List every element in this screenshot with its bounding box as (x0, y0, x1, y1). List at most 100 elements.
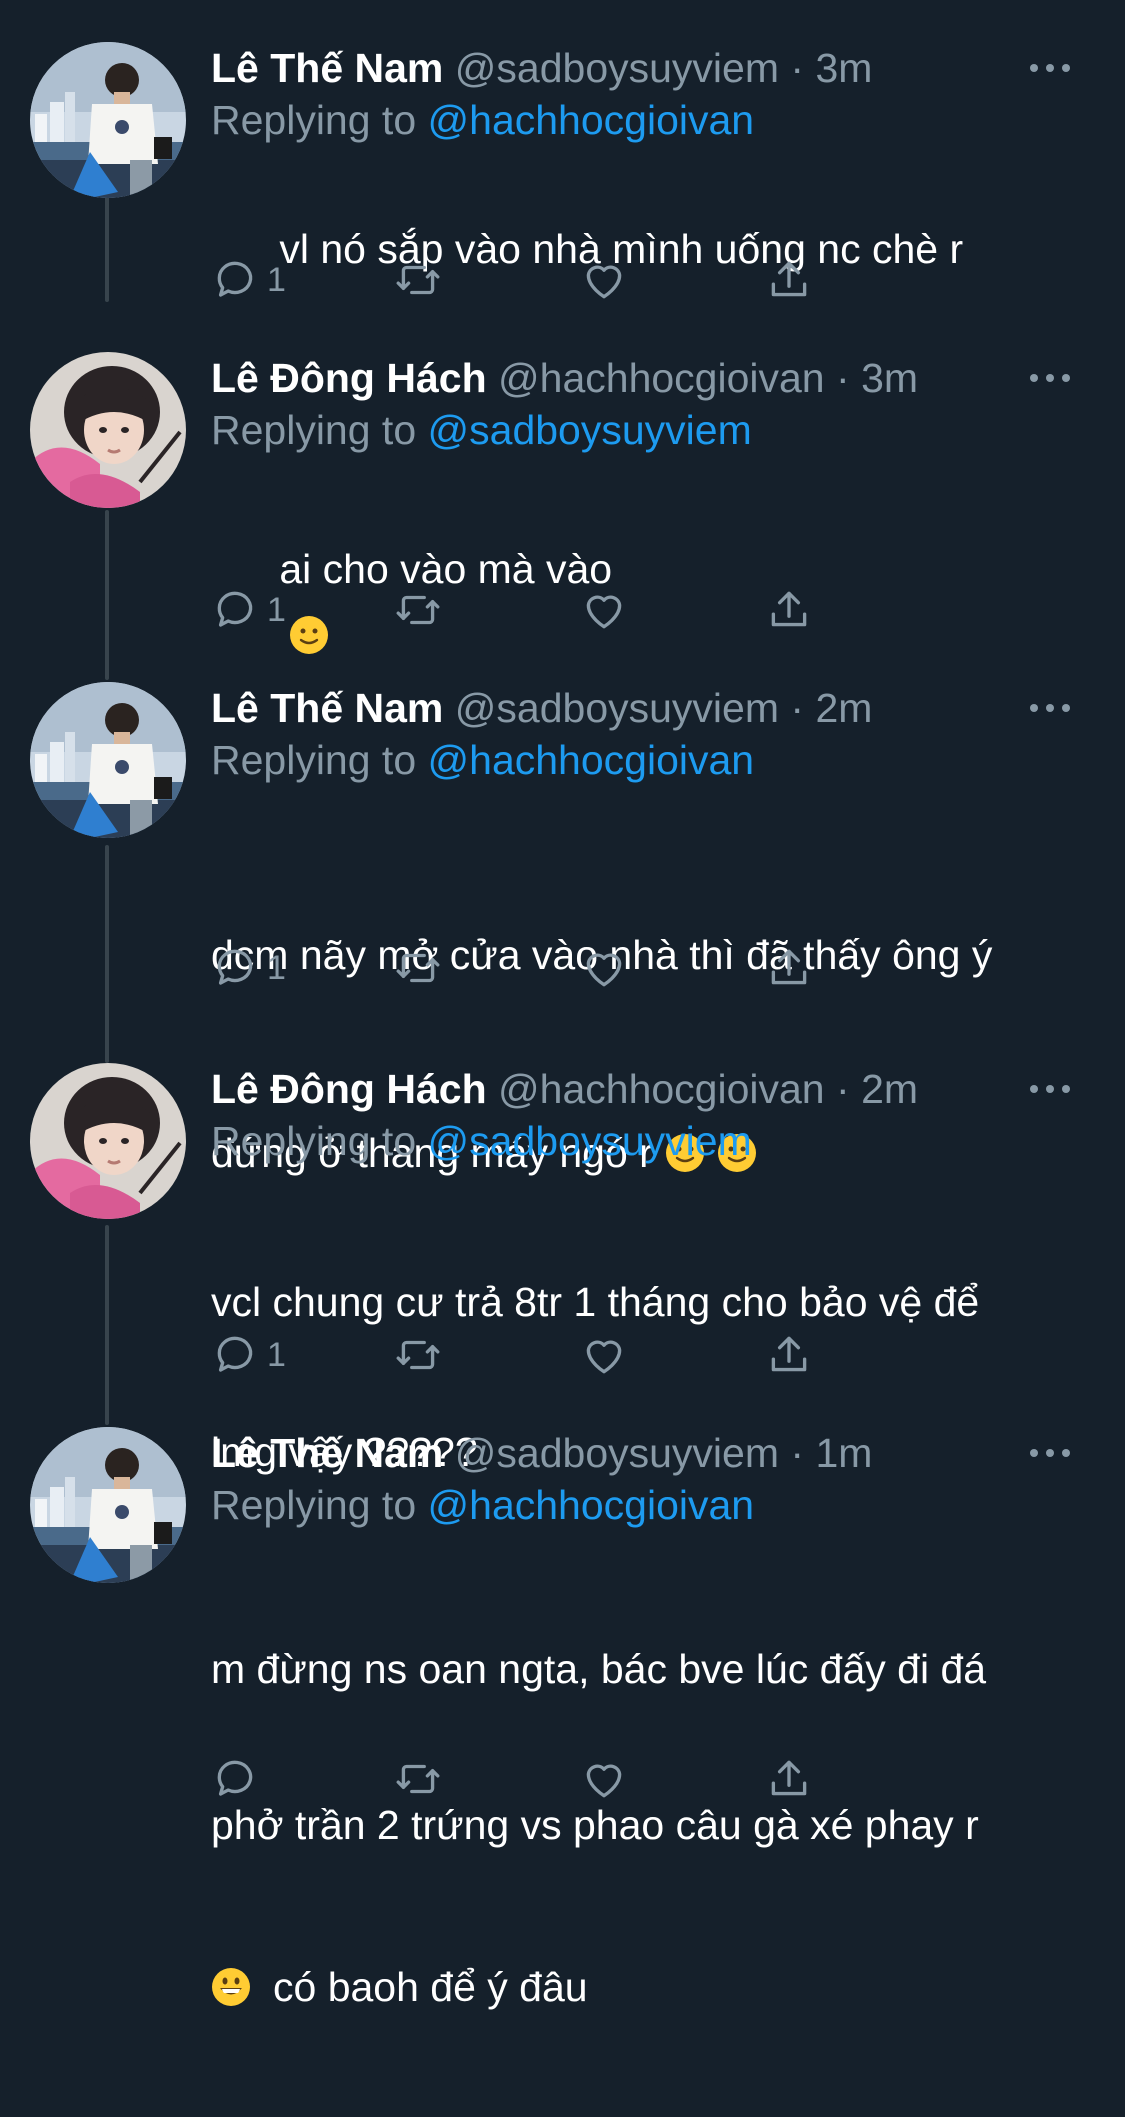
timestamp[interactable]: 2m (815, 685, 872, 731)
reply-icon (217, 1760, 253, 1796)
reply-button[interactable]: 1 (211, 252, 286, 308)
tweet-text: vl nó sắp vào nhà mình uống nc chè r (211, 150, 1070, 348)
heart-icon (586, 1340, 622, 1374)
user-handle[interactable]: @hachhocgioivan (498, 355, 825, 401)
display-name[interactable]: Lê Thế Nam (211, 45, 443, 91)
avatar-nam-image (30, 42, 186, 198)
mention-link[interactable]: @sadboysuyviem (428, 1118, 752, 1164)
separator-dot: · (790, 1430, 805, 1476)
timestamp[interactable]: 2m (861, 1066, 918, 1112)
reply-button[interactable] (211, 1751, 267, 1807)
more-dots-icon[interactable] (1030, 696, 1070, 720)
share-button[interactable] (764, 582, 814, 638)
tweet-text-line-with-emoji: có baoh để ý đâu (211, 1961, 1070, 2013)
like-button[interactable] (579, 940, 629, 996)
like-button[interactable] (579, 252, 629, 308)
avatar-hach-image (30, 1063, 186, 1219)
retweet-button[interactable] (393, 582, 443, 638)
more-dots-icon[interactable] (1030, 366, 1070, 390)
retweet-button[interactable] (393, 1751, 443, 1807)
reply-icon (217, 261, 253, 297)
reply-count: 1 (267, 1335, 286, 1374)
reply-button[interactable]: 1 (211, 1327, 286, 1383)
like-button[interactable] (579, 582, 629, 638)
tweet-actions: 1 (211, 1327, 911, 1383)
display-name[interactable]: Lê Thế Nam (211, 1430, 443, 1476)
share-button[interactable] (764, 1751, 814, 1807)
share-button[interactable] (764, 252, 814, 308)
like-button[interactable] (579, 1327, 629, 1383)
display-name[interactable]: Lê Đông Hách (211, 355, 487, 401)
share-icon (771, 261, 807, 297)
replying-to-label: Replying to (211, 407, 417, 453)
avatar[interactable] (30, 42, 186, 198)
avatar[interactable] (30, 1063, 186, 1219)
separator-dot: · (790, 685, 805, 731)
replying-to: Replying to @sadboysuyviem (211, 404, 1070, 456)
user-handle[interactable]: @sadboysuyviem (455, 1430, 779, 1476)
separator-dot: · (836, 355, 850, 401)
replying-to-label: Replying to (211, 97, 417, 143)
thread-line (105, 1225, 109, 1425)
reply-button[interactable]: 1 (211, 940, 286, 996)
reply-button[interactable]: 1 (211, 582, 286, 638)
replying-to-label: Replying to (211, 737, 417, 783)
tweet-actions: 1 (211, 582, 911, 638)
more-dots-icon[interactable] (1030, 1441, 1070, 1465)
tweet-header: Lê Thế Nam @sadboysuyviem · 2m (211, 682, 1070, 734)
user-handle[interactable]: @sadboysuyviem (455, 685, 779, 731)
retweet-button[interactable] (393, 1327, 443, 1383)
tweet-actions: 1 (211, 252, 911, 308)
replying-to: Replying to @hachhocgioivan (211, 1479, 1070, 1531)
tweet-actions: 1 (211, 940, 911, 996)
share-icon (771, 1336, 807, 1372)
more-dots-icon[interactable] (1030, 56, 1070, 80)
avatar-nam-image (30, 682, 186, 838)
retweet-icon (396, 265, 440, 295)
share-button[interactable] (764, 940, 814, 996)
share-button[interactable] (764, 1327, 814, 1383)
tweet-text-line: vcl chung cư trả 8tr 1 tháng cho bảo vệ … (211, 1279, 980, 1325)
heart-icon (586, 265, 622, 299)
avatar-hach-image (30, 352, 186, 508)
heart-icon (586, 953, 622, 987)
avatar-nam-image (30, 1427, 186, 1583)
retweet-button[interactable] (393, 940, 443, 996)
replying-to: Replying to @hachhocgioivan (211, 734, 1070, 786)
user-handle[interactable]: @hachhocgioivan (498, 1066, 825, 1112)
retweet-button[interactable] (393, 252, 443, 308)
thread-line (105, 510, 109, 680)
more-dots-icon[interactable] (1030, 1077, 1070, 1101)
tweet-header: Lê Đông Hách @hachhocgioivan · 3m (211, 352, 1070, 404)
user-handle[interactable]: @sadboysuyviem (455, 45, 779, 91)
timestamp[interactable]: 3m (815, 45, 872, 91)
timestamp[interactable]: 3m (861, 355, 918, 401)
mention-link[interactable]: @hachhocgioivan (428, 737, 755, 783)
like-button[interactable] (579, 1751, 629, 1807)
replying-to-label: Replying to (211, 1118, 417, 1164)
timestamp[interactable]: 1m (815, 1430, 872, 1476)
tweet-text: m đừng ns oan ngta, bác bve lúc đấy đi đ… (211, 1539, 1070, 2117)
avatar[interactable] (30, 352, 186, 508)
avatar[interactable] (30, 1427, 186, 1583)
tweet-header: Lê Thế Nam @sadboysuyviem · 1m (211, 1427, 1070, 1479)
avatar[interactable] (30, 682, 186, 838)
heart-icon (586, 595, 622, 629)
share-icon (771, 591, 807, 627)
tweet-actions (211, 1751, 911, 1807)
retweet-icon (396, 953, 440, 983)
tweet-text-line: m đừng ns oan ngta, bác bve lúc đấy đi đ… (211, 1646, 987, 1692)
display-name[interactable]: Lê Đông Hách (211, 1066, 487, 1112)
display-name[interactable]: Lê Thế Nam (211, 685, 443, 731)
tweet-header: Lê Thế Nam @sadboysuyviem · 3m (211, 42, 1070, 94)
mention-link[interactable]: @sadboysuyviem (428, 407, 752, 453)
retweet-icon (396, 595, 440, 625)
separator-dot: · (790, 45, 805, 91)
mention-link[interactable]: @hachhocgioivan (428, 97, 755, 143)
reply-count: 1 (267, 948, 286, 987)
tweet-text-line: có baoh để ý đâu (273, 1964, 588, 2010)
replying-to-label: Replying to (211, 1482, 417, 1528)
retweet-icon (396, 1340, 440, 1370)
thread-line (105, 845, 109, 1063)
mention-link[interactable]: @hachhocgioivan (428, 1482, 755, 1528)
